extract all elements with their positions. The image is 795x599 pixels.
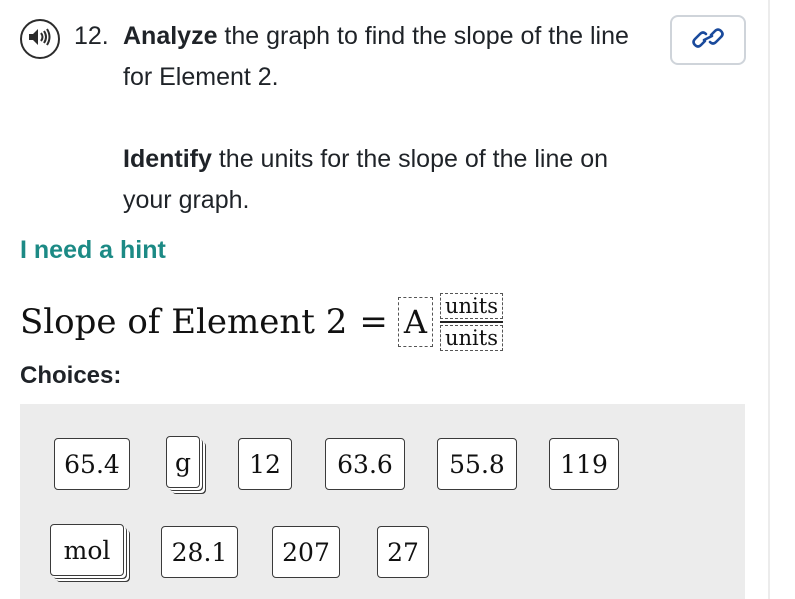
choice-tile[interactable]: 55.8 [437,438,517,490]
right-divider [768,0,770,599]
choices-label: Choices: [20,362,122,389]
question-number: 12. [74,22,109,50]
denominator-unit-drop-zone[interactable]: units [439,325,503,351]
choice-tile[interactable]: 63.6 [325,438,405,490]
question-line-2: for Element 2. [123,63,279,91]
link-icon [692,25,724,56]
choice-tile[interactable]: mol [50,524,124,576]
equals-sign: = [359,302,388,342]
speaker-icon [27,26,53,53]
choice-tile[interactable]: 12 [238,438,292,490]
question-verb-identify: Identify [123,145,212,173]
question-verb-analyze: Analyze [123,22,218,50]
question-line-3: Identify the units for the slope of the … [123,145,608,174]
question-line-4: your graph. [123,186,250,214]
choice-tile[interactable]: 65.4 [54,438,130,490]
choice-tile[interactable]: 28.1 [161,526,238,578]
question-line-1: Analyze the graph to find the slope of t… [123,22,629,51]
fraction-bar [439,321,503,323]
copy-link-button[interactable] [670,15,746,65]
choices-tray: 65.4 g 12 63.6 55.8 119 mol 28.1 207 27 [20,404,745,599]
equation-label: Slope of Element 2 [20,302,348,342]
answer-drop-zone[interactable]: A [397,297,433,347]
question-text-3: the units for the slope of the line on [211,145,608,173]
question-text-1: the graph to find the slope of the line [217,22,629,50]
unit-fraction: units units [439,293,503,351]
choice-tile[interactable]: g [166,436,200,488]
hint-link[interactable]: I need a hint [20,236,166,265]
choice-tile[interactable]: 207 [272,526,340,578]
audio-button[interactable] [20,19,60,59]
numerator-unit-drop-zone[interactable]: units [439,293,503,319]
choice-tile[interactable]: 119 [549,438,619,490]
slope-equation: Slope of Element 2 = A units units [20,293,503,351]
choice-tile[interactable]: 27 [377,526,429,578]
